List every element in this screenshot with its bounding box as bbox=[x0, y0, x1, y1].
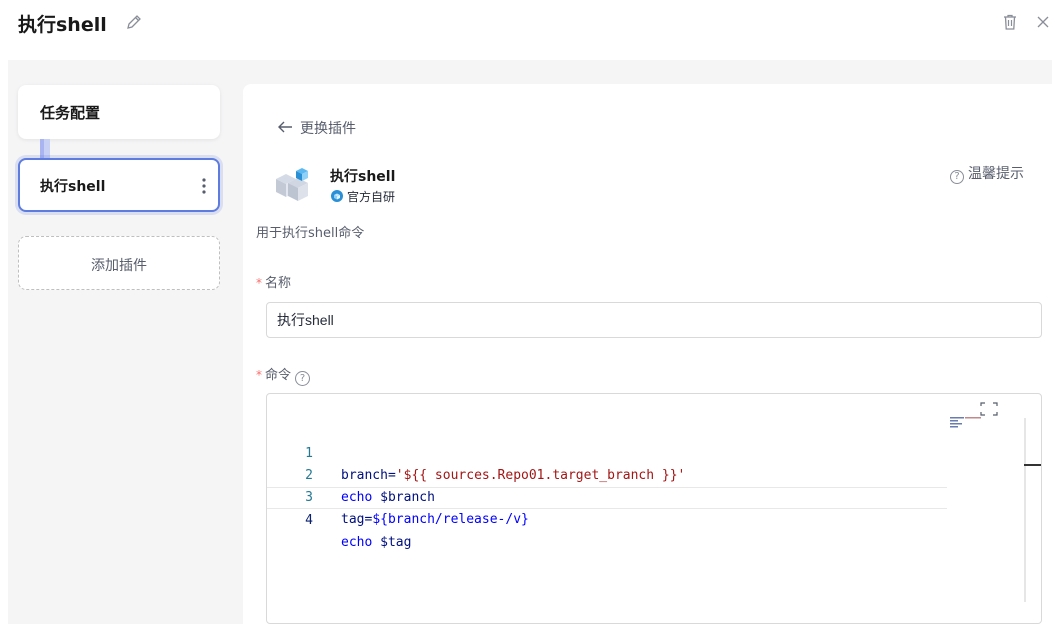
tip-label: 温馨提示 bbox=[968, 166, 1024, 182]
required-mark: * bbox=[256, 368, 262, 382]
change-plugin-label: 更换插件 bbox=[300, 121, 356, 137]
code-text: tag=${branch/release-/v} bbox=[341, 512, 529, 527]
stage-task-config[interactable]: 任务配置 bbox=[18, 85, 220, 139]
required-mark: * bbox=[256, 276, 262, 290]
code-line: 1 branch='${{ sources.Repo01.target_bran… bbox=[267, 421, 947, 483]
plugin-description: 用于执行shell命令 bbox=[256, 226, 365, 241]
help-icon: ? bbox=[950, 170, 964, 184]
editor-scrollbar[interactable] bbox=[1024, 418, 1026, 602]
more-icon[interactable] bbox=[198, 174, 210, 198]
command-label-text: 命令 bbox=[265, 368, 292, 383]
back-arrow-icon bbox=[278, 121, 292, 133]
page-title: 执行shell bbox=[18, 14, 107, 36]
official-icon bbox=[331, 190, 343, 202]
stage-shell-step[interactable]: 执行shell bbox=[18, 158, 220, 212]
trash-icon[interactable] bbox=[1000, 12, 1020, 32]
name-input[interactable] bbox=[266, 302, 1042, 338]
add-plugin-label: 添加插件 bbox=[91, 258, 147, 274]
expand-icon[interactable] bbox=[980, 402, 998, 416]
code-line: 2 echo $branch bbox=[267, 443, 947, 505]
code-area[interactable]: 1 branch='${{ sources.Repo01.target_bran… bbox=[267, 421, 947, 550]
code-line: 3 tag=${branch/release-/v} bbox=[267, 465, 947, 527]
code-text: echo $tag bbox=[341, 535, 412, 550]
stage-task-config-label: 任务配置 bbox=[40, 104, 101, 122]
edit-icon[interactable] bbox=[124, 12, 144, 32]
page-header: 执行shell bbox=[0, 0, 1052, 58]
help-icon[interactable]: ? bbox=[295, 371, 311, 386]
tip-link[interactable]: ? 温馨提示 bbox=[950, 163, 1024, 184]
code-line-current: 4 echo $tag bbox=[267, 487, 947, 550]
command-editor[interactable]: 1 branch='${{ sources.Repo01.target_bran… bbox=[266, 393, 1042, 624]
stage-connector-bar bbox=[40, 139, 44, 159]
name-field-label: * 名称 bbox=[256, 272, 291, 291]
add-plugin-button[interactable]: 添加插件 bbox=[18, 236, 220, 290]
line-number: 4 bbox=[305, 513, 313, 528]
minimap[interactable] bbox=[950, 416, 990, 428]
stage-shell-label: 执行shell bbox=[40, 179, 106, 195]
official-badge: 官方自研 bbox=[347, 190, 396, 204]
close-icon[interactable] bbox=[1034, 12, 1052, 32]
name-label-text: 名称 bbox=[265, 276, 292, 291]
plugin-logo-icon bbox=[276, 168, 308, 201]
plugin-name: 执行shell bbox=[330, 169, 396, 185]
editor-scroll-marker bbox=[1024, 464, 1041, 466]
command-field-label: * 命令? bbox=[256, 364, 311, 386]
